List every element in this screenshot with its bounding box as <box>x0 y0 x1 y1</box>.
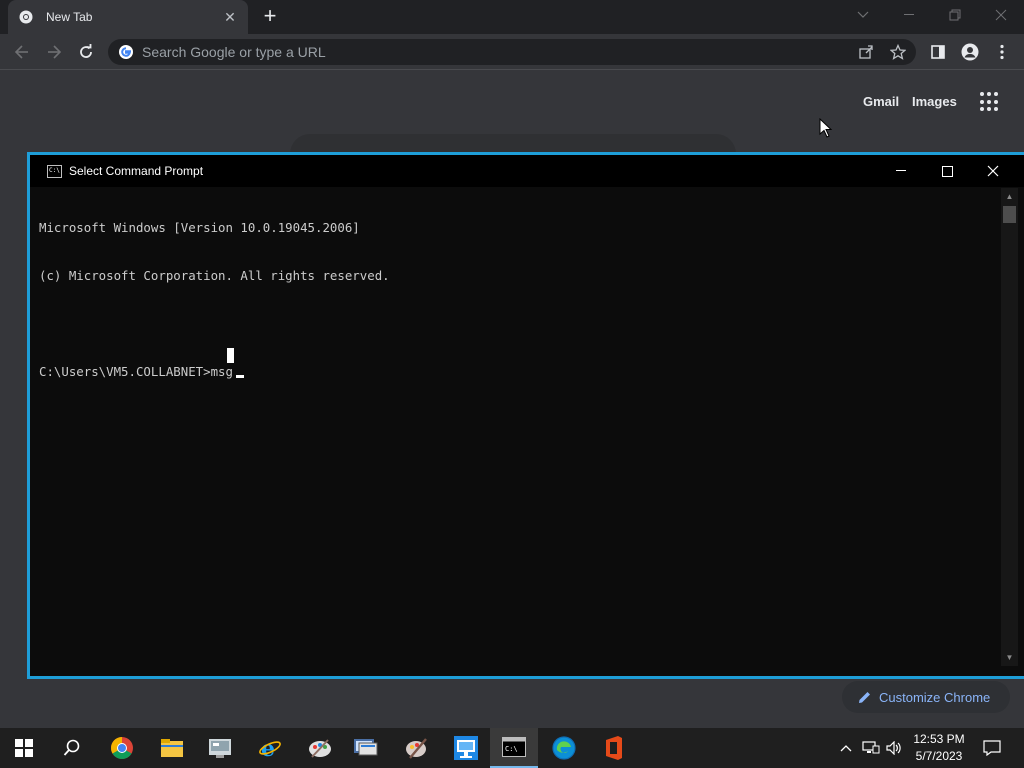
paint-brush-icon[interactable] <box>392 728 440 768</box>
cmd-window-icon <box>47 164 62 178</box>
cmd-title: Select Command Prompt <box>69 164 204 178</box>
chrome-minimize-button[interactable] <box>886 0 932 30</box>
volume-icon[interactable] <box>884 728 904 768</box>
customize-chrome-label: Customize Chrome <box>879 689 991 705</box>
side-panel-icon[interactable] <box>926 40 950 64</box>
tab-new-tab[interactable]: New Tab ✕ <box>8 0 248 34</box>
chrome-favicon-icon <box>18 9 34 25</box>
console-prompt-text: C:\Users\VM5.COLLABNET>msg <box>39 364 233 379</box>
google-apps-icon[interactable] <box>980 92 1000 112</box>
reload-icon[interactable] <box>74 40 98 64</box>
google-g-icon <box>118 44 134 60</box>
tab-strip: New Tab ✕ + <box>0 0 1024 34</box>
windows-taskbar: e C:\ 12:53 PM 5/7/2023 <box>0 728 1024 768</box>
office-icon[interactable] <box>590 728 638 768</box>
pencil-icon <box>859 691 870 703</box>
control-panel-icon[interactable] <box>196 728 244 768</box>
network-icon[interactable] <box>442 728 490 768</box>
images-link[interactable]: Images <box>912 94 957 109</box>
svg-text:C:\: C:\ <box>505 745 518 753</box>
selection-cursor-block <box>227 348 234 363</box>
clock-date: 5/7/2023 <box>915 749 963 763</box>
console-output[interactable]: Microsoft Windows [Version 10.0.19045.20… <box>39 188 999 666</box>
menu-kebab-icon[interactable] <box>990 40 1014 64</box>
console-prompt-line[interactable]: C:\Users\VM5.COLLABNET>msg <box>39 364 999 380</box>
text-cursor <box>235 375 244 378</box>
cmd-maximize-button[interactable] <box>924 155 970 187</box>
new-tab-button[interactable]: + <box>258 5 282 29</box>
console-line: (c) Microsoft Corporation. All rights re… <box>39 268 390 283</box>
chrome-close-button[interactable] <box>978 0 1024 30</box>
command-prompt-icon[interactable]: C:\ <box>490 728 538 768</box>
system-clock[interactable]: 12:53 PM 5/7/2023 <box>906 731 972 765</box>
search-icon[interactable] <box>48 728 96 768</box>
tab-search-icon[interactable] <box>840 0 886 30</box>
cmd-minimize-button[interactable] <box>878 155 924 187</box>
console-line: Microsoft Windows [Version 10.0.19045.20… <box>39 220 360 235</box>
omnibox-placeholder: Search Google or type a URL <box>142 44 326 60</box>
tab-close-icon[interactable]: ✕ <box>222 9 238 25</box>
remote-desktop-icon[interactable] <box>342 728 390 768</box>
paint-icon[interactable] <box>296 728 344 768</box>
clock-time: 12:53 PM <box>913 732 965 746</box>
start-icon[interactable] <box>0 728 48 768</box>
file-explorer-icon[interactable] <box>148 728 196 768</box>
network-status-icon[interactable] <box>860 728 882 768</box>
mouse-cursor-icon <box>819 118 833 138</box>
chrome-restore-button[interactable] <box>932 0 978 30</box>
bookmark-star-icon[interactable] <box>888 42 908 62</box>
share-icon[interactable] <box>856 42 876 62</box>
customize-chrome-button[interactable]: Customize Chrome <box>842 681 1010 713</box>
omnibox[interactable]: Search Google or type a URL <box>108 39 916 65</box>
show-hidden-icons-chevron-icon[interactable] <box>836 728 856 768</box>
cmd-close-button[interactable] <box>970 155 1016 187</box>
edge-icon[interactable] <box>540 728 588 768</box>
cmd-titlebar[interactable]: Select Command Prompt <box>30 155 1024 187</box>
profile-avatar-icon[interactable] <box>958 40 982 64</box>
browser-toolbar: Search Google or type a URL <box>0 34 1024 70</box>
internet-explorer-icon[interactable]: e <box>246 728 294 768</box>
back-arrow-icon[interactable] <box>10 40 34 64</box>
tab-title: New Tab <box>46 10 93 24</box>
scroll-up-arrow-icon[interactable]: ▲ <box>1001 188 1018 205</box>
notifications-icon[interactable] <box>978 728 1006 768</box>
cmd-scrollbar[interactable]: ▲ ▼ <box>1001 188 1018 666</box>
forward-arrow-icon[interactable] <box>42 40 66 64</box>
scroll-thumb[interactable] <box>1003 206 1016 223</box>
gmail-link[interactable]: Gmail <box>863 94 899 109</box>
scroll-down-arrow-icon[interactable]: ▼ <box>1001 649 1018 666</box>
command-prompt-window: Select Command Prompt Microsoft Windows … <box>27 152 1024 679</box>
chrome-icon[interactable] <box>98 728 146 768</box>
